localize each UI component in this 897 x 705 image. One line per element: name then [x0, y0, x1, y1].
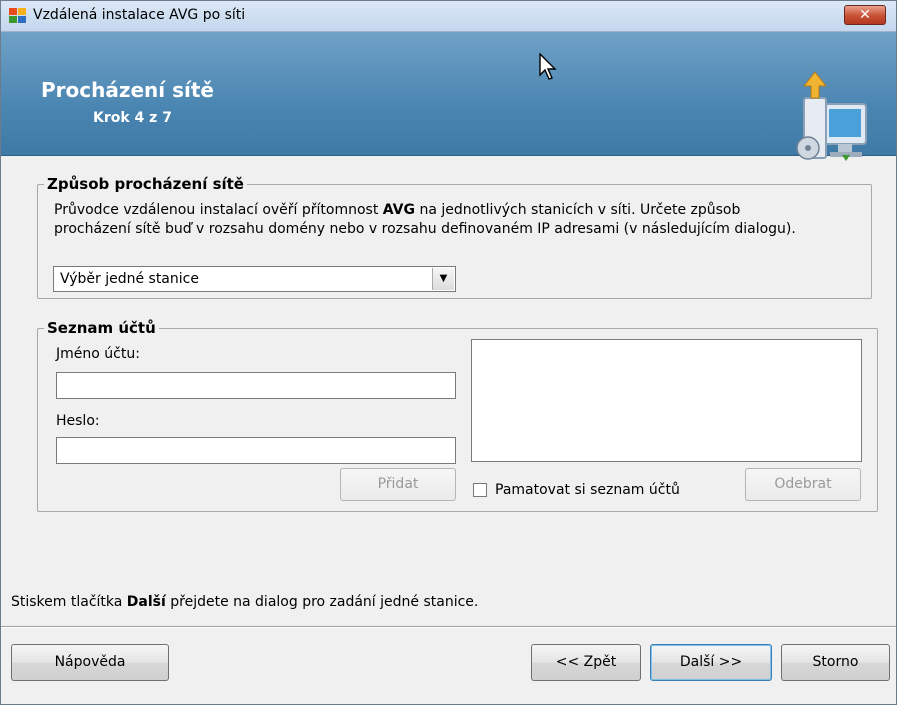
title-bar[interactable]: Vzdálená instalace AVG po síti ✕: [1, 1, 896, 32]
remember-accounts-label[interactable]: Pamatovat si seznam účtů: [495, 482, 680, 498]
mouse-cursor-icon: [539, 53, 557, 80]
add-account-button[interactable]: Přidat: [340, 468, 456, 501]
hint-text: Stiskem tlačítka: [11, 594, 127, 610]
accounts-legend: Seznam účtů: [44, 319, 159, 337]
avg-logo-icon: [9, 8, 26, 23]
close-icon: ✕: [859, 7, 871, 23]
network-install-icon: [796, 71, 867, 161]
browse-description-line1: Průvodce vzdálenou instalací ověří příto…: [54, 201, 740, 220]
next-button[interactable]: Další >>: [650, 644, 772, 681]
footer-divider: [1, 626, 896, 628]
remove-account-button[interactable]: Odebrat: [745, 468, 861, 501]
desc-avg-bold: AVG: [382, 202, 415, 218]
browse-method-select[interactable]: Výběr jedné stanice ▼: [53, 266, 456, 292]
header-banner: Procházení sítě Krok 4 z 7: [1, 32, 896, 161]
browse-description-line2: procházení sítě buď v rozsahu domény neb…: [54, 221, 796, 237]
chevron-down-icon[interactable]: ▼: [432, 268, 454, 290]
installer-window: Vzdálená instalace AVG po síti ✕ Procház…: [0, 0, 897, 705]
password-label: Heslo:: [56, 413, 100, 429]
hint-bold: Další: [126, 594, 166, 610]
close-button[interactable]: ✕: [844, 5, 886, 25]
help-button[interactable]: Nápověda: [11, 644, 169, 681]
browse-method-legend: Způsob procházení sítě: [44, 175, 247, 193]
hint-text-after: přejdete na dialog pro zadání jedné stan…: [165, 594, 479, 610]
back-button[interactable]: << Zpět: [531, 644, 641, 681]
account-name-field[interactable]: [56, 372, 456, 399]
cancel-button[interactable]: Storno: [781, 644, 890, 681]
password-field[interactable]: [56, 437, 456, 464]
remember-accounts-checkbox[interactable]: [473, 483, 487, 497]
step-indicator: Krok 4 z 7: [93, 110, 172, 126]
accounts-list[interactable]: [471, 339, 862, 462]
desc-text-after: na jednotlivých stanicích v síti. Určete…: [415, 202, 741, 218]
desc-text: Průvodce vzdálenou instalací ověří příto…: [54, 202, 383, 218]
next-step-hint: Stiskem tlačítka Další přejdete na dialo…: [11, 594, 478, 610]
browse-method-value: Výběr jedné stanice: [60, 271, 199, 287]
account-name-label: Jméno účtu:: [56, 346, 140, 362]
window-title: Vzdálená instalace AVG po síti: [33, 7, 246, 23]
page-title: Procházení sítě: [41, 78, 214, 102]
